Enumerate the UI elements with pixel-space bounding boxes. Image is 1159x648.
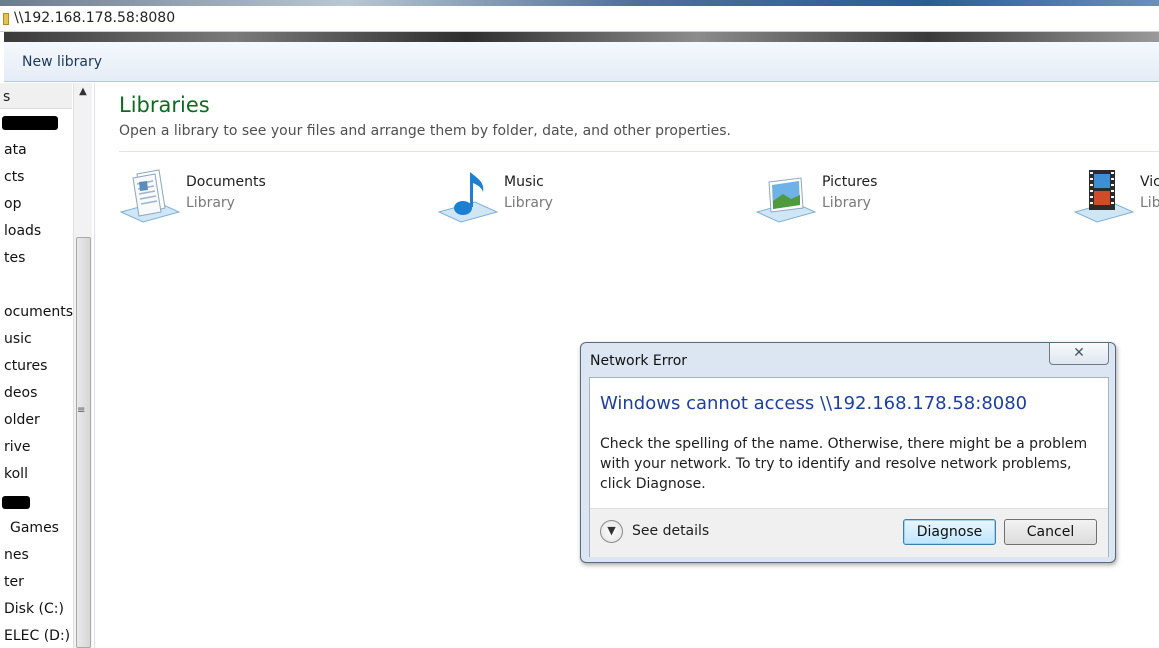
scroll-up-icon[interactable]: ▲ bbox=[74, 83, 92, 101]
nav-item[interactable]: ter bbox=[4, 574, 24, 590]
nav-item[interactable]: usic bbox=[4, 331, 32, 347]
dialog-title: Network Error bbox=[590, 353, 688, 369]
navigation-pane: s ata cts op loads tes ocuments usic ctu… bbox=[0, 83, 95, 648]
nav-item[interactable]: loads bbox=[4, 223, 41, 239]
library-kind: Library bbox=[186, 195, 235, 211]
nav-item[interactable]: ata bbox=[4, 142, 27, 158]
library-kind: Library bbox=[822, 195, 871, 211]
new-library-button[interactable]: New library bbox=[22, 54, 102, 70]
nav-item[interactable]: ocuments bbox=[4, 304, 73, 320]
library-name: Pictures bbox=[822, 174, 878, 190]
dialog-heading: Windows cannot access \\192.168.178.58:8… bbox=[600, 393, 1028, 414]
nav-item[interactable]: deos bbox=[4, 385, 37, 401]
nav-item[interactable]: koll bbox=[4, 466, 28, 482]
videos-library-icon bbox=[1073, 170, 1135, 223]
address-path[interactable]: \\192.168.178.58:8080 bbox=[14, 10, 175, 26]
folder-icon bbox=[3, 13, 9, 25]
nav-item[interactable]: cts bbox=[4, 169, 24, 185]
blurred-strip bbox=[4, 32, 1159, 42]
nav-item[interactable]: nes bbox=[4, 547, 29, 563]
library-documents[interactable]: Documents Library bbox=[119, 168, 369, 226]
dialog-footer: ▼ See details Diagnose Cancel bbox=[590, 508, 1108, 557]
page-title: Libraries bbox=[119, 93, 210, 117]
nav-item[interactable]: Disk (C:) bbox=[4, 601, 64, 617]
network-error-dialog: Network Error ✕ Windows cannot access \\… bbox=[580, 342, 1116, 563]
library-name: Vic bbox=[1140, 174, 1159, 190]
library-videos[interactable]: Vic Lib bbox=[1073, 168, 1159, 226]
nav-item[interactable]: Games bbox=[10, 520, 59, 536]
page-subtitle: Open a library to see your files and arr… bbox=[119, 123, 731, 139]
library-kind: Library bbox=[504, 195, 553, 211]
library-music[interactable]: Music Library bbox=[437, 168, 687, 226]
library-name: Documents bbox=[186, 174, 266, 190]
nav-scrollbar[interactable]: ▲ ≡ bbox=[73, 83, 92, 648]
close-icon: ✕ bbox=[1073, 345, 1085, 361]
toolbar: New library bbox=[4, 42, 1159, 82]
documents-library-icon bbox=[119, 169, 181, 223]
library-pictures[interactable]: Pictures Library bbox=[755, 168, 1005, 226]
nav-header-label: s bbox=[3, 89, 11, 105]
close-button[interactable]: ✕ bbox=[1049, 343, 1109, 365]
redaction-mark bbox=[2, 496, 30, 509]
grip-icon: ≡ bbox=[77, 405, 86, 416]
diagnose-button[interactable]: Diagnose bbox=[903, 519, 996, 545]
nav-item[interactable]: op bbox=[4, 196, 21, 212]
dialog-message: Check the spelling of the name. Otherwis… bbox=[600, 436, 1088, 492]
cancel-button[interactable]: Cancel bbox=[1004, 519, 1097, 545]
library-kind: Lib bbox=[1140, 195, 1159, 211]
nav-item[interactable]: ELEC (D:) bbox=[4, 628, 70, 644]
nav-item[interactable]: older bbox=[4, 412, 40, 428]
chevron-down-icon: ▼ bbox=[600, 520, 623, 543]
pictures-library-icon bbox=[755, 177, 817, 223]
library-name: Music bbox=[504, 174, 544, 190]
dialog-body: Windows cannot access \\192.168.178.58:8… bbox=[589, 377, 1109, 557]
redaction-mark bbox=[2, 116, 58, 130]
address-bar[interactable]: \\192.168.178.58:8080 bbox=[0, 6, 1159, 32]
scroll-thumb[interactable] bbox=[76, 237, 91, 648]
music-library-icon bbox=[437, 172, 499, 223]
nav-item[interactable]: tes bbox=[4, 250, 25, 266]
divider bbox=[119, 151, 1159, 152]
nav-item[interactable]: ctures bbox=[4, 358, 47, 374]
see-details-label: See details bbox=[632, 523, 710, 539]
nav-item[interactable]: rive bbox=[4, 439, 31, 455]
nav-section-header[interactable]: s bbox=[0, 83, 72, 109]
